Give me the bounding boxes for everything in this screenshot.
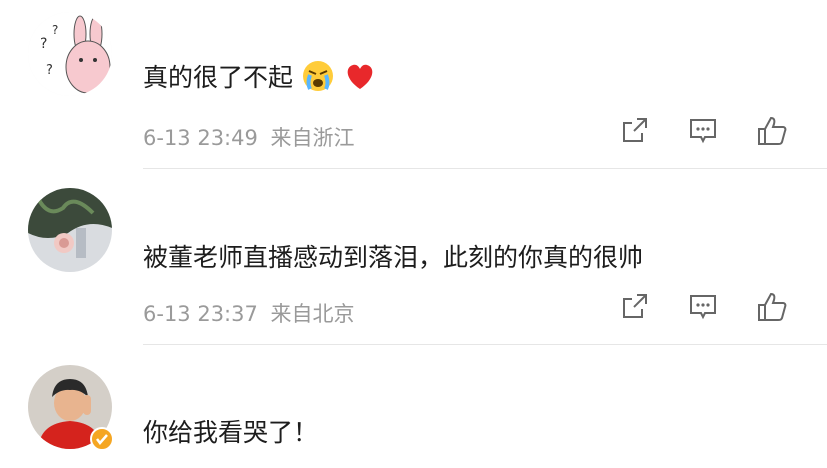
like-icon[interactable] [755, 114, 795, 154]
comment-time: 6-13 23:49 [143, 126, 258, 150]
svg-text:?: ? [40, 36, 47, 52]
bunny-avatar-image: ? ? ? [28, 12, 112, 96]
avatar[interactable]: ? ? ? [28, 12, 112, 96]
comment-actions [619, 290, 799, 330]
comment-text-content: 你给我看哭了！ [143, 418, 319, 447]
like-icon[interactable] [755, 290, 795, 330]
red-heart-emoji [343, 59, 377, 99]
svg-text:?: ? [52, 23, 58, 37]
comment-item: 被董老师直播感动到落泪，此刻的你真的很帅 6-13 23:37 来自北京 [0, 170, 827, 345]
avatar[interactable] [28, 188, 112, 272]
comment-text-content: 真的很了不起 [143, 63, 294, 92]
comment-location: 来自浙江 [270, 126, 355, 150]
comment-time: 6-13 23:37 [143, 302, 258, 326]
comment-item: 你给我看哭了！ [0, 345, 827, 468]
crying-face-emoji [301, 59, 335, 99]
comment-icon[interactable] [687, 290, 727, 330]
comment-actions [619, 114, 799, 154]
divider [143, 168, 827, 169]
flower-avatar-image [28, 188, 112, 272]
svg-text:?: ? [46, 63, 53, 78]
comment-text-content: 被董老师直播感动到落泪，此刻的你真的很帅 [143, 243, 644, 272]
comment-text: 被董老师直播感动到落泪，此刻的你真的很帅 [143, 238, 643, 274]
share-icon[interactable] [619, 290, 659, 330]
comment-location: 来自北京 [270, 302, 355, 326]
comment-meta: 6-13 23:37 来自北京 [143, 298, 355, 328]
comment-icon[interactable] [687, 114, 727, 154]
verified-badge [90, 427, 114, 451]
comment-text: 你给我看哭了！ [143, 413, 318, 449]
comment-meta: 6-13 23:49 来自浙江 [143, 122, 355, 152]
comment-text: 真的很了不起 [143, 58, 377, 99]
share-icon[interactable] [619, 114, 659, 154]
comment-item: ? ? ? 真的很了不起 6-13 23:49 来自浙江 [0, 0, 827, 170]
